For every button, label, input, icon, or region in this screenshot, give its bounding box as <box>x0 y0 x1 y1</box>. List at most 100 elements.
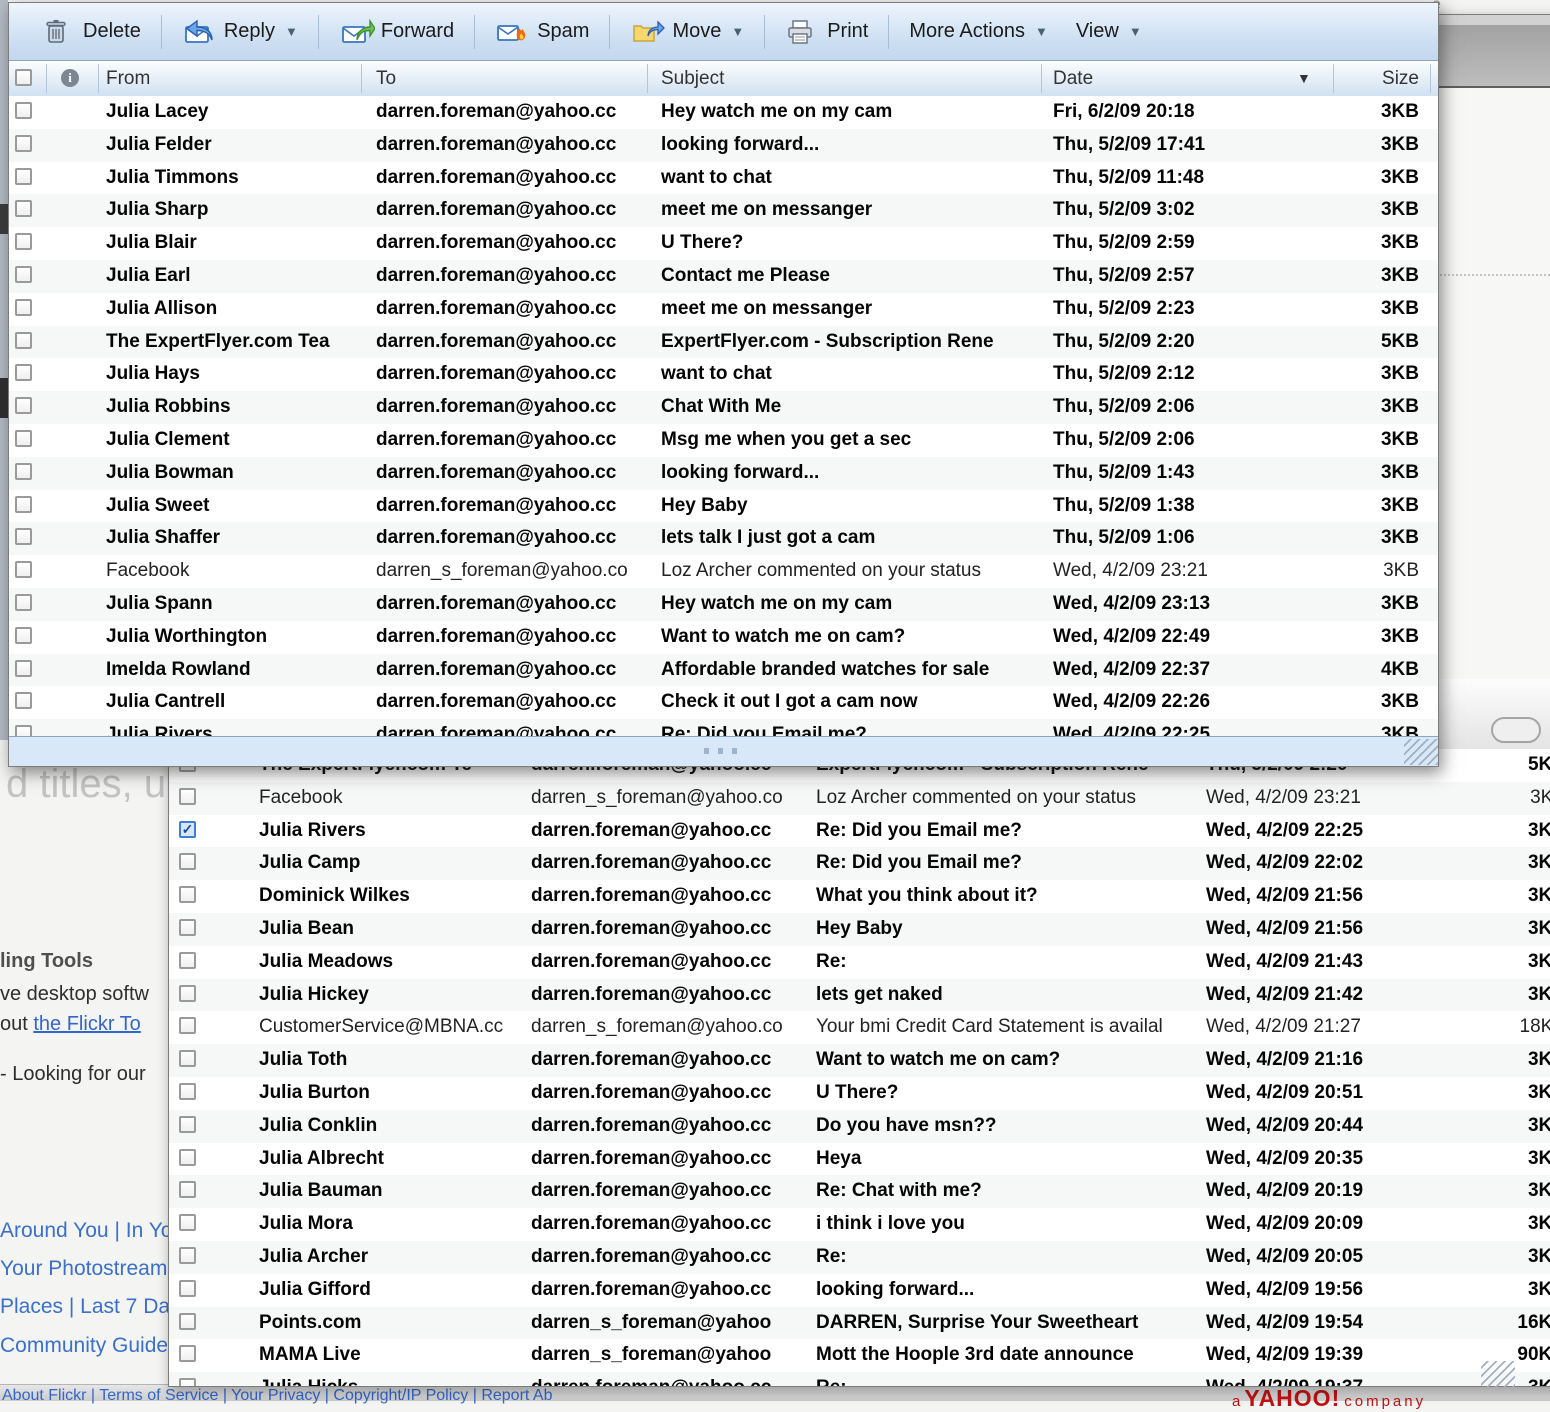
column-header-date[interactable]: Date <box>1053 61 1093 96</box>
spam-button[interactable]: Spam <box>481 12 603 52</box>
row-checkbox[interactable] <box>15 594 32 611</box>
row-checkbox[interactable] <box>179 853 196 870</box>
row-checkbox[interactable] <box>15 463 32 480</box>
row-checkbox[interactable] <box>15 299 32 316</box>
row-checkbox[interactable] <box>15 364 32 381</box>
background-nav-link[interactable]: Places | Last 7 Da <box>0 1295 172 1319</box>
info-icon[interactable]: i <box>61 69 79 87</box>
delete-button[interactable]: Delete <box>27 12 155 52</box>
email-row[interactable]: ✓Julia Riversdarren.foreman@yahoo.ccRe: … <box>169 815 1550 848</box>
email-row[interactable]: Julia Timmonsdarren.foreman@yahoo.ccwant… <box>9 162 1438 195</box>
email-row[interactable]: Julia Campdarren.foreman@yahoo.ccRe: Did… <box>169 847 1550 880</box>
select-all-checkbox[interactable] <box>15 69 32 86</box>
email-row[interactable]: Julia Blairdarren.foreman@yahoo.ccU Ther… <box>9 227 1438 260</box>
email-row[interactable]: The ExpertFlyer.com Teadarren.foreman@ya… <box>9 326 1438 359</box>
row-checkbox[interactable] <box>179 1378 196 1386</box>
email-row[interactable]: Julia Hicksdarren.foreman@yahoo.ccRe:Wed… <box>169 1372 1550 1386</box>
email-row[interactable]: Julia Robbinsdarren.foreman@yahoo.ccChat… <box>9 391 1438 424</box>
email-row[interactable]: Imelda Rowlanddarren.foreman@yahoo.ccAff… <box>9 654 1438 687</box>
email-row[interactable]: Julia Sharpdarren.foreman@yahoo.ccmeet m… <box>9 194 1438 227</box>
email-row[interactable]: Julia Baumandarren.foreman@yahoo.ccRe: C… <box>169 1175 1550 1208</box>
row-checkbox[interactable] <box>15 200 32 217</box>
flickr-tools-link[interactable]: the Flickr To <box>33 1013 140 1035</box>
horizontal-scrollbar[interactable] <box>9 736 1438 766</box>
row-checkbox[interactable] <box>15 135 32 152</box>
row-checkbox[interactable] <box>15 692 32 709</box>
row-checkbox[interactable] <box>179 985 196 1002</box>
email-row[interactable]: Julia Shafferdarren.foreman@yahoo.cclets… <box>9 522 1438 555</box>
email-row[interactable]: Julia Burtondarren.foreman@yahoo.ccU The… <box>169 1077 1550 1110</box>
sort-descending-icon[interactable]: ▼ <box>1297 61 1311 96</box>
email-row[interactable]: Julia Albrechtdarren.foreman@yahoo.ccHey… <box>169 1143 1550 1176</box>
email-row[interactable]: Julia Clementdarren.foreman@yahoo.ccMsg … <box>9 424 1438 457</box>
row-checkbox[interactable] <box>15 496 32 513</box>
email-row[interactable]: Julia Cantrelldarren.foreman@yahoo.ccChe… <box>9 686 1438 719</box>
row-checkbox[interactable] <box>179 1149 196 1166</box>
more-actions-button[interactable]: More Actions ▼ <box>895 12 1061 52</box>
row-checkbox[interactable] <box>15 266 32 283</box>
email-row[interactable]: Julia Moradarren.foreman@yahoo.cci think… <box>169 1208 1550 1241</box>
view-button[interactable]: View ▼ <box>1062 12 1156 52</box>
row-checkbox[interactable] <box>15 397 32 414</box>
column-header-to[interactable]: To <box>376 61 396 96</box>
row-checkbox[interactable] <box>15 561 32 578</box>
email-row[interactable]: Julia Allisondarren.foreman@yahoo.ccmeet… <box>9 293 1438 326</box>
row-checkbox[interactable] <box>179 886 196 903</box>
email-row[interactable]: Julia Riversdarren.foreman@yahoo.ccRe: D… <box>9 719 1438 736</box>
row-checkbox[interactable] <box>179 1083 196 1100</box>
background-nav-link[interactable]: Your Photostream <box>0 1257 172 1281</box>
column-header-size[interactable]: Size <box>1339 61 1419 96</box>
row-checkbox[interactable] <box>15 725 32 736</box>
forward-button[interactable]: Forward <box>325 12 468 52</box>
row-checkbox[interactable] <box>179 1116 196 1133</box>
row-checkbox[interactable] <box>15 332 32 349</box>
row-checkbox[interactable] <box>179 1280 196 1297</box>
row-checkbox[interactable] <box>15 233 32 250</box>
column-header-from[interactable]: From <box>106 61 150 96</box>
email-row[interactable]: Julia Archerdarren.foreman@yahoo.ccRe:We… <box>169 1241 1550 1274</box>
email-row[interactable]: Julia Beandarren.foreman@yahoo.ccHey Bab… <box>169 913 1550 946</box>
background-nav-link[interactable]: Around You | In Yo <box>0 1219 172 1243</box>
email-row[interactable]: Facebookdarren_s_foreman@yahoo.coLoz Arc… <box>9 555 1438 588</box>
email-row[interactable]: Julia Conklindarren.foreman@yahoo.ccDo y… <box>169 1110 1550 1143</box>
row-checkbox[interactable] <box>179 1017 196 1034</box>
row-checkbox[interactable] <box>15 430 32 447</box>
email-row[interactable]: Julia Meadowsdarren.foreman@yahoo.ccRe:W… <box>169 946 1550 979</box>
row-checkbox[interactable] <box>179 1313 196 1330</box>
row-checkbox[interactable] <box>15 528 32 545</box>
row-checkbox[interactable] <box>179 788 196 805</box>
row-checkbox[interactable] <box>15 102 32 119</box>
email-row[interactable]: Julia Bowmandarren.foreman@yahoo.cclooki… <box>9 457 1438 490</box>
row-checkbox[interactable] <box>179 1345 196 1362</box>
row-checkbox[interactable] <box>15 660 32 677</box>
email-row[interactable]: Julia Spanndarren.foreman@yahoo.ccHey wa… <box>9 588 1438 621</box>
email-row[interactable]: MAMA Livedarren_s_foreman@yahooMott the … <box>169 1339 1550 1372</box>
email-row[interactable]: Julia Tothdarren.foreman@yahoo.ccWant to… <box>169 1044 1550 1077</box>
row-checkbox[interactable] <box>179 919 196 936</box>
email-row[interactable]: Julia Gifforddarren.foreman@yahoo.cclook… <box>169 1274 1550 1307</box>
email-row[interactable]: Julia Worthingtondarren.foreman@yahoo.cc… <box>9 621 1438 654</box>
row-checkbox[interactable]: ✓ <box>179 821 196 838</box>
move-button[interactable]: Move ▼ <box>616 12 758 52</box>
email-row[interactable]: Points.comdarren_s_foreman@yahooDARREN, … <box>169 1307 1550 1340</box>
email-row[interactable]: CustomerService@MBNA.ccdarren_s_foreman@… <box>169 1011 1550 1044</box>
print-button[interactable]: Print <box>771 12 882 52</box>
email-row[interactable]: Julia Sweetdarren.foreman@yahoo.ccHey Ba… <box>9 490 1438 523</box>
email-row[interactable]: Julia Felderdarren.foreman@yahoo.cclooki… <box>9 129 1438 162</box>
email-row[interactable]: Facebookdarren_s_foreman@yahoo.coLoz Arc… <box>169 782 1550 815</box>
resize-grip-icon[interactable] <box>1404 739 1438 765</box>
row-checkbox[interactable] <box>179 1214 196 1231</box>
reply-button[interactable]: Reply ▼ <box>168 12 312 52</box>
row-checkbox[interactable] <box>179 1247 196 1264</box>
email-row[interactable]: Julia Laceydarren.foreman@yahoo.ccHey wa… <box>9 96 1438 129</box>
background-nav-link[interactable]: Community Guidel <box>0 1334 172 1358</box>
row-checkbox[interactable] <box>179 1050 196 1067</box>
scrollbar-thumb[interactable] <box>1491 717 1541 743</box>
footer-links[interactable]: About Flickr | Terms of Service | Your P… <box>2 1387 552 1405</box>
resize-grip-icon[interactable] <box>1481 1361 1515 1387</box>
email-row[interactable]: Julia Haysdarren.foreman@yahoo.ccwant to… <box>9 358 1438 391</box>
email-row[interactable]: Julia Earldarren.foreman@yahoo.ccContact… <box>9 260 1438 293</box>
row-checkbox[interactable] <box>15 168 32 185</box>
row-checkbox[interactable] <box>15 627 32 644</box>
email-row[interactable]: Dominick Wilkesdarren.foreman@yahoo.ccWh… <box>169 880 1550 913</box>
